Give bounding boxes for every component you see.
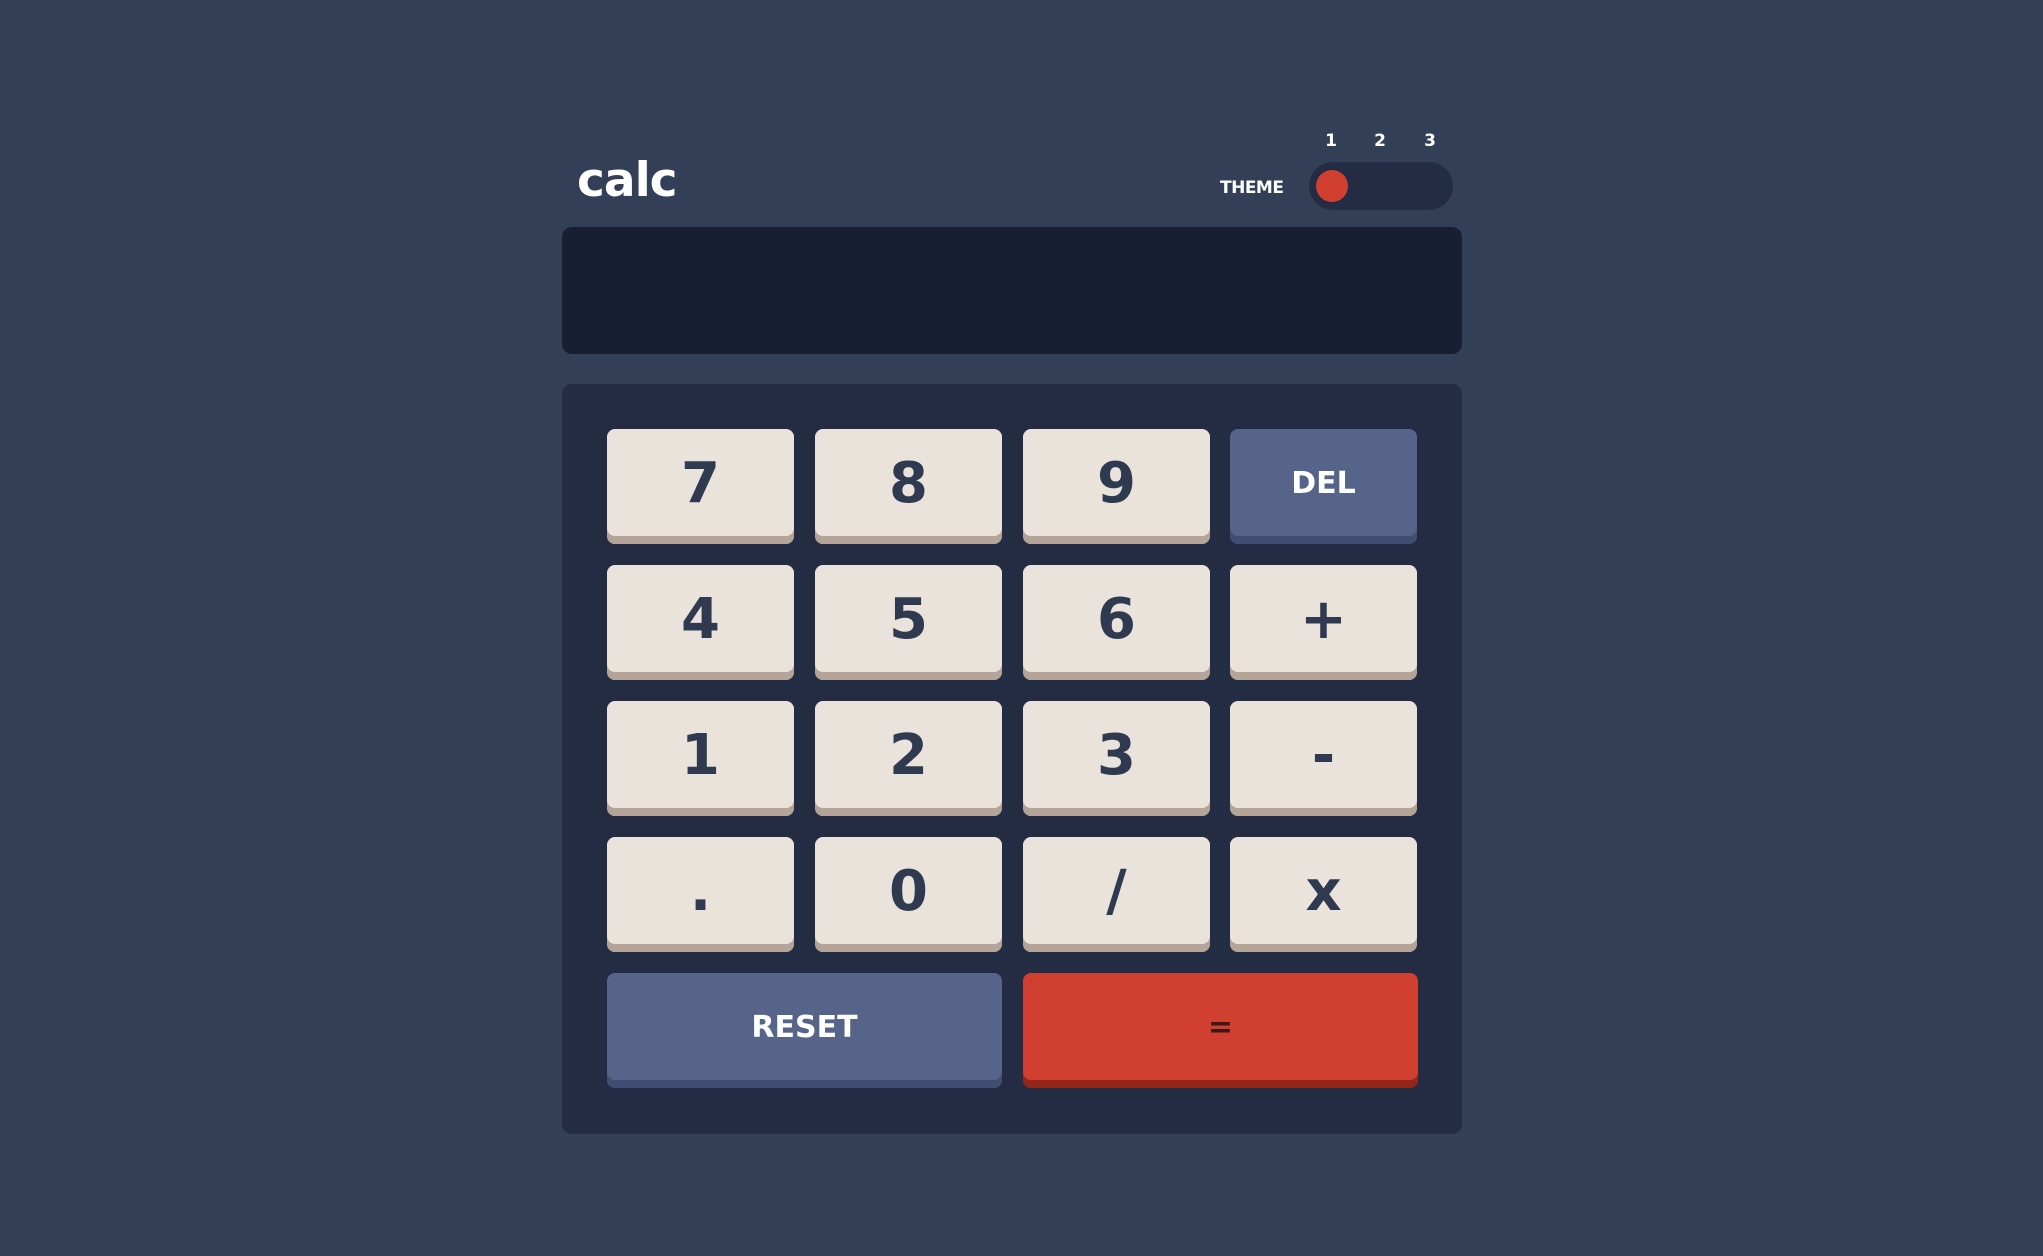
equals-button[interactable]: = (1023, 973, 1418, 1088)
theme-option-2[interactable]: 2 (1370, 133, 1390, 150)
theme-label: THEME (1220, 178, 1284, 198)
theme-toggle-knob[interactable] (1316, 170, 1348, 202)
delete-button[interactable]: DEL (1230, 429, 1417, 544)
decimal-button[interactable]: . (607, 837, 794, 952)
key-8[interactable]: 8 (815, 429, 1002, 544)
theme-toggle[interactable] (1309, 162, 1453, 210)
key-3[interactable]: 3 (1023, 701, 1210, 816)
app-logo: calc (577, 153, 678, 208)
multiply-button[interactable]: x (1230, 837, 1417, 952)
divide-button[interactable]: / (1023, 837, 1210, 952)
key-1[interactable]: 1 (607, 701, 794, 816)
theme-option-1[interactable]: 1 (1321, 133, 1341, 150)
subtract-button[interactable]: - (1230, 701, 1417, 816)
key-6[interactable]: 6 (1023, 565, 1210, 680)
key-0[interactable]: 0 (815, 837, 1002, 952)
key-5[interactable]: 5 (815, 565, 1002, 680)
theme-option-3[interactable]: 3 (1420, 133, 1440, 150)
add-button[interactable]: + (1230, 565, 1417, 680)
key-2[interactable]: 2 (815, 701, 1002, 816)
key-7[interactable]: 7 (607, 429, 794, 544)
key-9[interactable]: 9 (1023, 429, 1210, 544)
reset-button[interactable]: RESET (607, 973, 1002, 1088)
keypad: 7 8 9 DEL 4 5 6 + 1 2 3 - . 0 / x RESET … (562, 384, 1462, 1134)
key-4[interactable]: 4 (607, 565, 794, 680)
calculator-display (562, 227, 1462, 354)
